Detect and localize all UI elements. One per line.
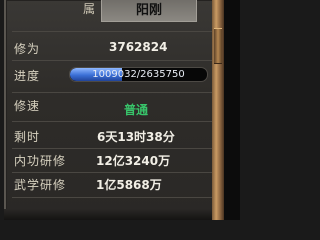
divider	[12, 148, 216, 149]
attribute-badge: 阳刚	[101, 0, 197, 22]
divider	[12, 172, 216, 173]
inner-study-label: 内功研修	[14, 154, 67, 168]
progress-label: 进度	[14, 69, 41, 83]
attribute-label: 属	[83, 2, 96, 16]
divider	[12, 60, 216, 61]
inner-study-value: 12亿3240万	[96, 154, 171, 168]
speed-value: 普通	[124, 103, 149, 117]
attribute-value: 阳刚	[135, 2, 162, 18]
martial-study-value: 1亿5868万	[96, 178, 162, 192]
background	[224, 0, 240, 220]
remaining-time-label: 剩时	[14, 130, 41, 144]
divider	[12, 92, 216, 93]
panel-bottom-edge	[4, 209, 212, 220]
frame-ornament	[214, 28, 222, 64]
progress-text: 1009032/2635750	[92, 69, 185, 80]
cultivation-panel: 属 阳刚 修为 3762824 进度 1009032/2635750 修速 普通…	[4, 0, 216, 220]
speed-label: 修速	[14, 99, 41, 113]
divider	[12, 197, 216, 198]
cultivation-value: 3762824	[109, 40, 168, 54]
divider	[12, 121, 216, 122]
divider	[12, 31, 216, 32]
panel-frame	[212, 0, 224, 220]
martial-study-label: 武学研修	[14, 178, 67, 192]
cultivation-label: 修为	[14, 42, 41, 56]
progress-bar: 1009032/2635750	[69, 67, 208, 82]
remaining-time-value: 6天13时38分	[97, 130, 175, 144]
